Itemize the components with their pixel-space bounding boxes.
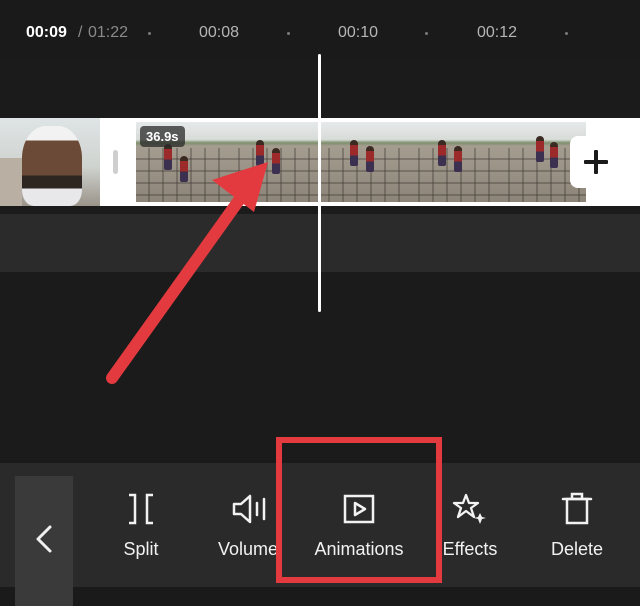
timeline-ruler[interactable]: 00:09 / 01:22 00:08 00:10 00:12 (0, 0, 640, 60)
animations-label: Animations (314, 539, 404, 559)
animations-button[interactable]: Animations (304, 463, 414, 587)
thumbnail-background (0, 158, 22, 206)
effects-label: Effects (442, 539, 498, 559)
tick-dot (565, 32, 568, 35)
delete-button[interactable]: Delete (522, 463, 632, 587)
time-separator: / (78, 24, 83, 41)
playhead[interactable] (318, 54, 321, 312)
split-button[interactable]: Split (86, 463, 196, 587)
volume-icon (232, 494, 266, 524)
volume-label: Volume (217, 539, 279, 559)
add-clip-button[interactable] (570, 136, 622, 188)
effects-button[interactable]: Effects (415, 463, 525, 587)
person-thumbnail (22, 126, 82, 206)
clip-duration-badge: 36.9s (140, 126, 185, 147)
animations-icon (343, 494, 375, 524)
tick-dot (148, 32, 151, 35)
current-time: 00:09 (26, 24, 67, 41)
clip-frame (316, 122, 406, 202)
clip-frame (226, 122, 316, 202)
video-clip-selected[interactable] (136, 118, 640, 206)
effects-icon (452, 493, 486, 524)
plus-icon (584, 150, 608, 174)
clip-frame (406, 122, 496, 202)
split-label: Split (123, 539, 159, 559)
tick-label-2: 00:10 (338, 24, 379, 41)
delete-icon (561, 492, 593, 525)
volume-button[interactable]: Volume (193, 463, 303, 587)
split-icon (129, 493, 153, 525)
delete-label: Delete (550, 539, 604, 559)
tick-label-1: 00:08 (199, 24, 240, 41)
tick-dot (425, 32, 428, 35)
tick-dot (287, 32, 290, 35)
chevron-left-icon (36, 525, 52, 553)
tick-label-3: 00:12 (477, 24, 518, 41)
bottom-toolbar: Split Volume Animations Effects Delete (0, 463, 640, 606)
grip-icon (113, 150, 118, 174)
total-time: 01:22 (88, 24, 129, 41)
video-clip-thumbnail-1[interactable] (0, 118, 100, 206)
clip-trim-handle[interactable] (100, 118, 136, 206)
